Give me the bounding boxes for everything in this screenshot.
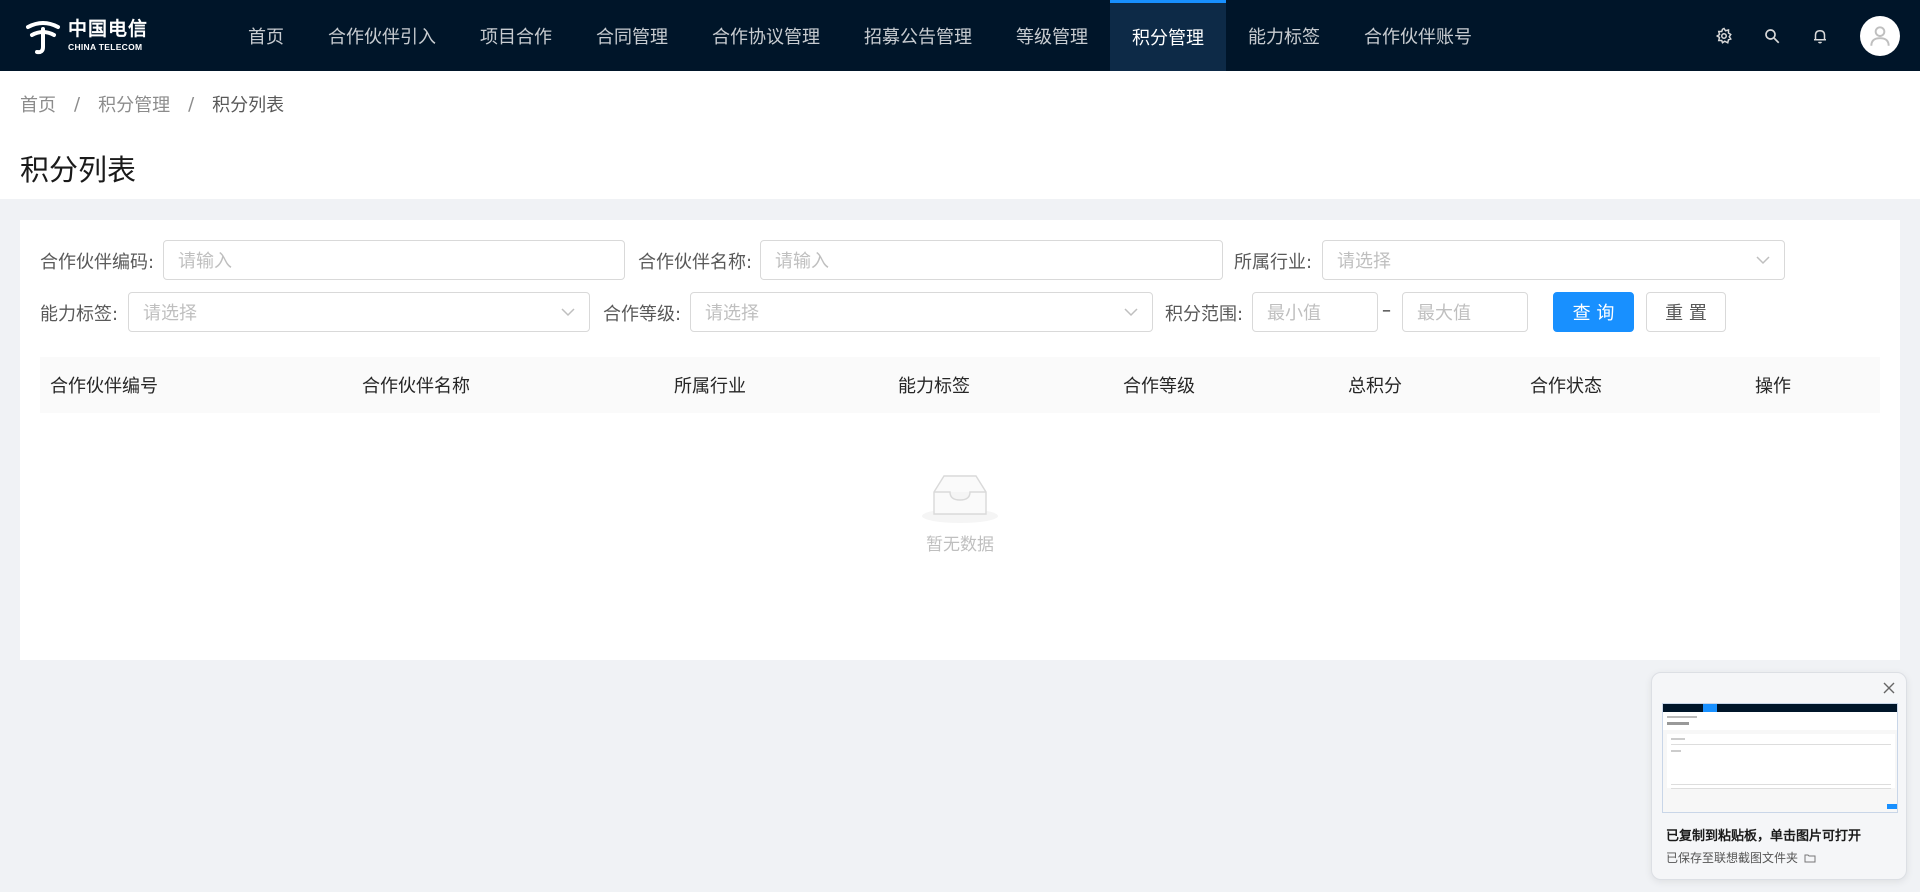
table-header: 合作伙伴编号 合作伙伴名称 所属行业 能力标签 合作等级 总积分 合作状态 操作: [40, 357, 1880, 413]
nav-item-home[interactable]: 首页: [226, 0, 306, 71]
column-header: 能力标签: [898, 376, 970, 397]
score-min-input[interactable]: 最小值: [1252, 292, 1378, 332]
toast-title: 已复制到粘贴板，单击图片可打开: [1666, 829, 1862, 844]
nav-item-partner-intro[interactable]: 合作伙伴引入: [306, 0, 458, 71]
column-header: 合作等级: [1123, 376, 1195, 397]
nav-item-level-management[interactable]: 等级管理: [994, 0, 1110, 71]
gear-icon[interactable]: [1712, 24, 1736, 48]
column-header: 合作状态: [1530, 376, 1602, 397]
partner-name-placeholder: 请输入: [775, 251, 829, 272]
breadcrumb-separator: /: [74, 93, 81, 115]
score-min-placeholder: 最小值: [1267, 303, 1321, 324]
breadcrumb-separator: /: [188, 93, 195, 115]
bell-icon[interactable]: [1808, 24, 1832, 48]
logo-name-en: CHINA TELECOM: [68, 42, 143, 53]
score-max-input[interactable]: 最大值: [1402, 292, 1528, 332]
user-icon: [1870, 25, 1890, 46]
industry-select[interactable]: 请选择: [1322, 240, 1785, 280]
china-telecom-logo[interactable]: 中国电信 CHINA TELECOM: [22, 12, 162, 60]
top-navigation-bar: 中国电信 CHINA TELECOM 首页 合作伙伴引入 项目合作 合同管理 合…: [0, 0, 1920, 71]
level-placeholder: 请选择: [705, 303, 759, 324]
breadcrumb: 首页 / 积分管理 / 积分列表: [20, 91, 284, 117]
search-button[interactable]: 查 询: [1553, 292, 1634, 332]
main-menu: 首页 合作伙伴引入 项目合作 合同管理 合作协议管理 招募公告管理 等级管理 积…: [226, 0, 1494, 71]
toast-subtitle-text: 已保存至联想截图文件夹: [1666, 851, 1799, 865]
nav-item-recruitment-notice[interactable]: 招募公告管理: [842, 0, 994, 71]
reset-button[interactable]: 重 置: [1646, 292, 1726, 332]
nav-item-partner-accounts[interactable]: 合作伙伴账号: [1342, 0, 1494, 71]
empty-inbox-icon: [922, 475, 998, 523]
partner-name-input[interactable]: 请输入: [760, 240, 1223, 280]
close-icon[interactable]: [1882, 681, 1896, 695]
breadcrumb-home[interactable]: 首页: [20, 91, 56, 117]
telecom-logo-icon: [22, 15, 64, 57]
range-dash: –: [1382, 300, 1391, 321]
empty-state: 暂无数据: [20, 470, 1900, 555]
chevron-down-icon: [561, 308, 575, 317]
folder-icon: [1804, 854, 1816, 862]
ability-tag-label: 能力标签:: [40, 304, 119, 325]
industry-label: 所属行业:: [1234, 252, 1313, 273]
chevron-down-icon: [1756, 256, 1770, 265]
score-range-label: 积分范围:: [1165, 304, 1244, 325]
column-header: 合作伙伴编号: [50, 376, 158, 397]
page-title: 积分列表: [20, 153, 137, 187]
nav-item-agreement-management[interactable]: 合作协议管理: [690, 0, 842, 71]
user-avatar[interactable]: [1860, 15, 1900, 56]
column-header: 合作伙伴名称: [362, 376, 470, 397]
ability-tag-placeholder: 请选择: [143, 303, 197, 324]
nav-item-contract-management[interactable]: 合同管理: [574, 0, 690, 71]
search-icon[interactable]: [1760, 24, 1784, 48]
nav-item-points-management[interactable]: 积分管理: [1110, 0, 1226, 71]
partner-code-input[interactable]: 请输入: [163, 240, 625, 280]
page-header: 首页 / 积分管理 / 积分列表 积分列表: [0, 71, 1920, 199]
nav-item-project-cooperation[interactable]: 项目合作: [458, 0, 574, 71]
nav-item-ability-tags[interactable]: 能力标签: [1226, 0, 1342, 71]
level-label: 合作等级:: [603, 304, 682, 325]
partner-name-label: 合作伙伴名称:: [638, 252, 753, 273]
breadcrumb-current: 积分列表: [212, 95, 285, 116]
logo-text: 中国电信 CHINA TELECOM: [68, 20, 148, 52]
score-max-placeholder: 最大值: [1417, 303, 1471, 324]
column-header: 操作: [1755, 376, 1791, 397]
toast-subtitle[interactable]: 已保存至联想截图文件夹: [1666, 849, 1816, 866]
ability-tag-select[interactable]: 请选择: [128, 292, 590, 332]
partner-code-label: 合作伙伴编码:: [40, 252, 155, 273]
points-list-card: 合作伙伴编码: 请输入 合作伙伴名称: 请输入 所属行业: 请选择 能力标签: …: [20, 220, 1900, 660]
screenshot-thumbnail[interactable]: [1662, 703, 1898, 813]
header-actions: [1688, 0, 1900, 71]
industry-placeholder: 请选择: [1337, 251, 1391, 272]
empty-text: 暂无数据: [926, 535, 994, 555]
logo-name-cn: 中国电信: [68, 18, 149, 41]
partner-code-placeholder: 请输入: [178, 251, 232, 272]
level-select[interactable]: 请选择: [690, 292, 1153, 332]
chevron-down-icon: [1124, 308, 1138, 317]
screenshot-toast[interactable]: 已复制到粘贴板，单击图片可打开 已保存至联想截图文件夹: [1651, 672, 1907, 880]
breadcrumb-points-management[interactable]: 积分管理: [98, 91, 170, 117]
column-header: 总积分: [1348, 376, 1402, 397]
column-header: 所属行业: [674, 376, 746, 397]
